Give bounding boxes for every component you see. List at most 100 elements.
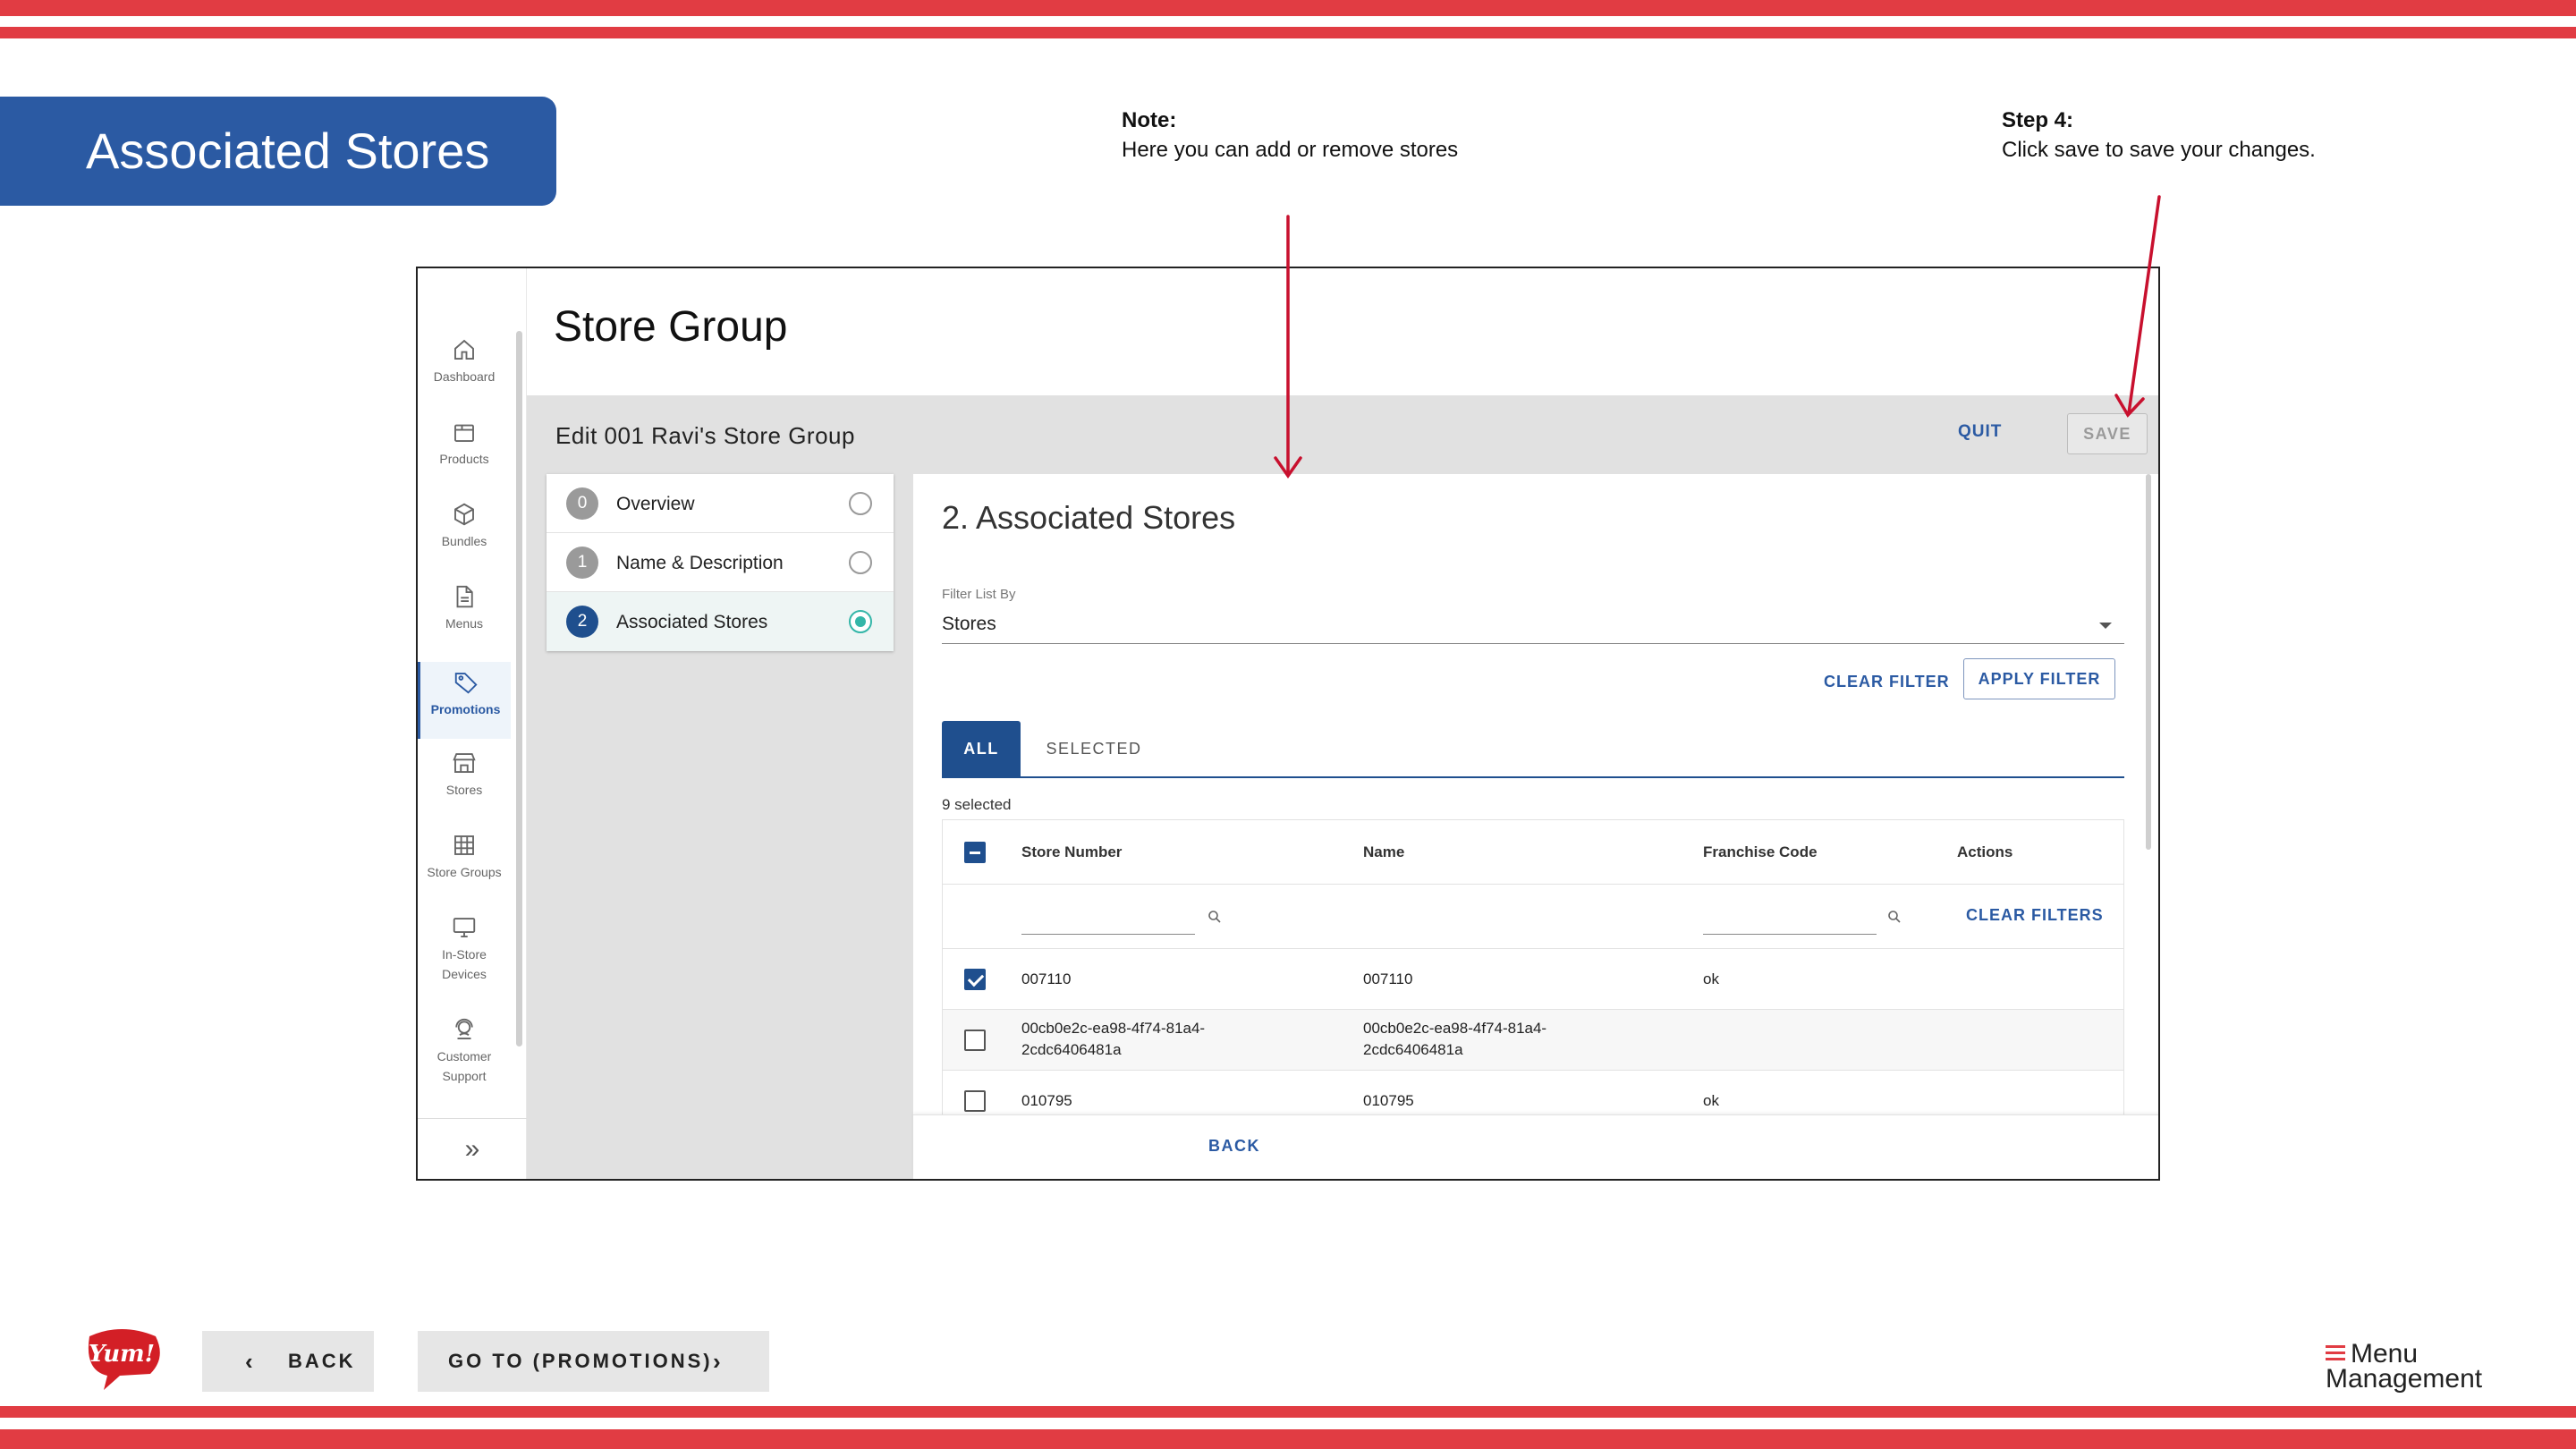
logo-text-line2: Management [2326, 1364, 2483, 1394]
storefront-icon [453, 753, 476, 773]
yum-logo-text: Yum! [89, 1341, 155, 1368]
sidebar-item-label: Customer [436, 1049, 492, 1063]
cell-store-number: 007110 [1021, 970, 1072, 987]
sidebar-item-label: Devices [442, 967, 487, 981]
row-checkbox[interactable] [964, 969, 986, 990]
cell-name-line: 2cdc6406481a [1363, 1041, 1463, 1058]
step4-heading: Step 4: [2002, 108, 2074, 132]
home-icon [454, 339, 474, 360]
cell-name: 010795 [1363, 1092, 1414, 1109]
search-icon[interactable] [1887, 910, 1902, 924]
stepper: 0 Overview 1 Name & Description 2 Associ… [547, 474, 894, 651]
cell-store-number-line: 00cb0e2c-ea98-4f74-81a4- [1021, 1020, 1206, 1037]
table-row[interactable]: 00cb0e2c-ea98-4f74-81a4- 2cdc6406481a 00… [943, 1010, 2123, 1071]
sidebar-item-bundles[interactable]: Bundles [418, 501, 511, 551]
clear-filter-button[interactable]: CLEAR FILTER [1824, 673, 1950, 691]
tag-icon [454, 673, 478, 694]
slide-title: Associated Stores [0, 97, 556, 206]
sidebar-item-label: Products [439, 452, 489, 466]
steps-sidebar: 0 Overview 1 Name & Description 2 Associ… [527, 474, 913, 1179]
header-actions: Actions [1957, 843, 2013, 860]
sidebar-item-products[interactable]: Products [418, 419, 511, 469]
main-content: Store Group Edit 001 Ravi's Store Group … [527, 268, 2158, 1179]
sidebar-item-in-store-devices[interactable]: In-Store Devices [418, 914, 511, 984]
clear-filters-button[interactable]: CLEAR FILTERS [1966, 906, 2104, 925]
cell-franchise-code: ok [1703, 1092, 1719, 1109]
cell-name-line: 00cb0e2c-ea98-4f74-81a4- [1363, 1020, 1547, 1037]
header-store-number[interactable]: Store Number [1021, 842, 1122, 863]
back-button[interactable]: BACK [1208, 1137, 1260, 1156]
table-row[interactable]: 007110 007110 ok [943, 949, 2123, 1010]
sidebar-item-store-groups[interactable]: Store Groups [418, 832, 511, 882]
store-number-filter-input[interactable] [1021, 902, 1195, 935]
sidebar-item-menus[interactable]: Menus [418, 583, 511, 633]
panel-scrollbar[interactable] [2146, 474, 2151, 850]
caret-down-icon [2099, 623, 2112, 629]
save-button[interactable]: SAVE [2067, 413, 2148, 454]
logo-bar [2326, 1352, 2345, 1354]
step-number: 0 [566, 487, 598, 520]
monitor-icon [453, 918, 476, 937]
tab-all[interactable]: ALL [942, 721, 1021, 776]
go-to-promotions-button[interactable]: GO TO (PROMOTIONS) › [418, 1331, 769, 1392]
panel-footer: BACK [913, 1114, 2158, 1179]
selected-count: 9 selected [942, 796, 1012, 813]
apply-filter-button[interactable]: APPLY FILTER [1963, 658, 2115, 699]
cell-name: 007110 [1363, 970, 1413, 987]
header-franchise-code[interactable]: Franchise Code [1703, 842, 1818, 863]
sidebar-item-dashboard[interactable]: Dashboard [418, 336, 511, 386]
filter-select[interactable]: Stores [942, 608, 2124, 644]
step4-text: Click save to save your changes. [2002, 138, 2316, 162]
search-icon[interactable] [1208, 910, 1222, 924]
step-radio-selected[interactable] [849, 610, 872, 633]
document-icon [456, 585, 473, 608]
cube-icon [454, 503, 474, 526]
sidebar-item-label: Bundles [441, 534, 487, 548]
row-checkbox[interactable] [964, 1030, 986, 1051]
sidebar-scrollbar[interactable] [516, 331, 522, 1046]
page-title: Store Group [554, 303, 788, 351]
grid-icon [454, 835, 474, 855]
sidebar-item-label: In-Store [442, 947, 487, 962]
sidebar-item-label: Dashboard [433, 369, 496, 384]
sidebar-item-customer-support[interactable]: Customer Support [418, 1016, 511, 1086]
slide-back-button[interactable]: ‹ BACK [202, 1331, 374, 1392]
sidebar-item-stores[interactable]: Stores [418, 750, 511, 800]
sidebar-item-promotions[interactable]: Promotions [418, 662, 511, 739]
step4-callout: Step 4: Click save to save your changes. [2002, 106, 2316, 165]
sidebar-item-label: Promotions [430, 702, 501, 716]
cell-name: 00cb0e2c-ea98-4f74-81a4- 2cdc6406481a [1363, 1018, 1546, 1061]
franchise-code-filter-input[interactable] [1703, 902, 1877, 935]
step-overview[interactable]: 0 Overview [547, 474, 894, 533]
step-name-description[interactable]: 1 Name & Description [547, 533, 894, 592]
step-number: 1 [566, 547, 598, 579]
chevron-left-icon: ‹ [245, 1348, 256, 1375]
header-name[interactable]: Name [1363, 842, 1404, 863]
logo-bar [2326, 1358, 2345, 1360]
tabs: ALL SELECTED [942, 721, 2124, 778]
tab-selected[interactable]: SELECTED [1040, 721, 1148, 776]
headset-icon [455, 1018, 473, 1039]
step-radio[interactable] [849, 551, 872, 574]
cell-store-number: 010795 [1021, 1092, 1072, 1109]
note-heading: Note: [1122, 108, 1177, 132]
row-checkbox[interactable] [964, 1090, 986, 1112]
sidebar-item-label: Menus [445, 616, 484, 631]
slide-back-label: BACK [288, 1350, 356, 1372]
sidebar-item-label: Support [442, 1069, 487, 1083]
select-all-checkbox[interactable] [964, 842, 986, 863]
quit-button[interactable]: QUIT [1958, 422, 2002, 442]
go-to-promotions-label: GO TO (PROMOTIONS) [448, 1350, 713, 1372]
step-label: Name & Description [616, 553, 784, 573]
sidebar: Dashboard Products Bundles Menus Promoti… [418, 268, 527, 1179]
step-radio[interactable] [849, 492, 872, 515]
chevron-right-icon: › [713, 1348, 724, 1375]
sidebar-expand-button[interactable]: » [418, 1118, 527, 1179]
step-associated-stores[interactable]: 2 Associated Stores [547, 592, 894, 651]
note-callout: Note: Here you can add or remove stores [1122, 106, 1458, 165]
yum-logo: Yum! [88, 1329, 160, 1390]
step-label: Associated Stores [616, 612, 768, 632]
double-chevron-right-icon: » [464, 1134, 480, 1164]
top-stripe-1 [0, 0, 2576, 16]
cell-store-number-line: 2cdc6406481a [1021, 1041, 1122, 1058]
